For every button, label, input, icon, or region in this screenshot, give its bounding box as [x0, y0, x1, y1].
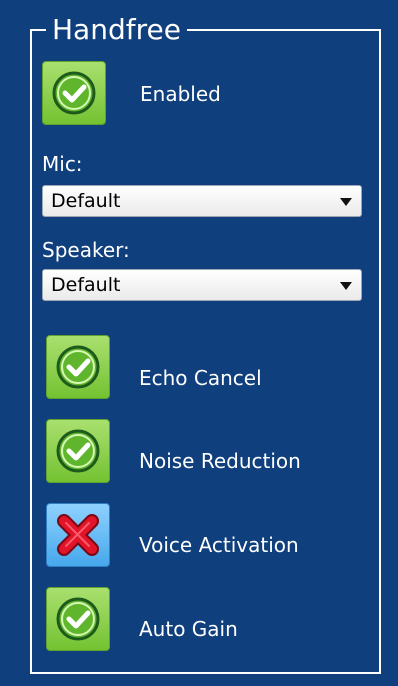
enabled-label: Enabled	[140, 82, 221, 106]
mic-selected-value: Default	[51, 190, 121, 212]
enabled-toggle-button[interactable]	[42, 61, 106, 125]
chevron-down-icon	[340, 282, 352, 290]
check-circle-icon	[56, 345, 100, 389]
auto-gain-toggle-button[interactable]	[46, 587, 110, 651]
noise-reduction-toggle-button[interactable]	[46, 419, 110, 483]
voice-activation-toggle-button[interactable]	[46, 503, 110, 567]
echo-cancel-label: Echo Cancel	[139, 366, 262, 390]
group-title: Handfree	[46, 12, 187, 48]
echo-cancel-toggle-button[interactable]	[46, 335, 110, 399]
check-circle-icon	[52, 71, 96, 115]
red-x-icon	[57, 514, 99, 556]
mic-select[interactable]: Default	[42, 185, 362, 217]
chevron-down-icon	[340, 198, 352, 206]
mic-label: Mic:	[42, 152, 83, 176]
noise-reduction-label: Noise Reduction	[139, 449, 301, 473]
check-circle-icon	[56, 429, 100, 473]
check-circle-icon	[56, 597, 100, 641]
auto-gain-label: Auto Gain	[139, 617, 238, 641]
speaker-select[interactable]: Default	[42, 269, 362, 301]
voice-activation-label: Voice Activation	[139, 533, 299, 557]
speaker-selected-value: Default	[51, 274, 121, 296]
speaker-label: Speaker:	[42, 238, 130, 262]
